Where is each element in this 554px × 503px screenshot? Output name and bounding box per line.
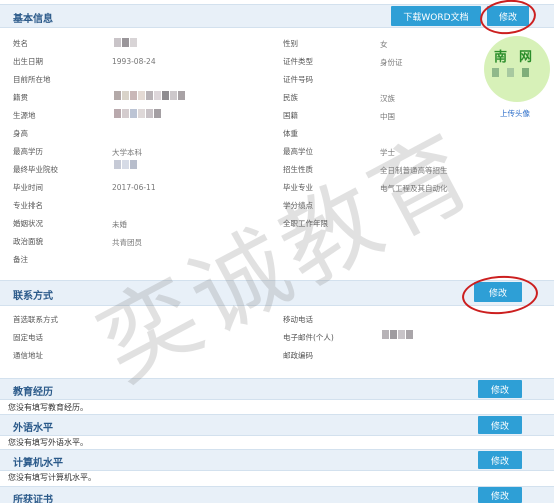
contact-title: 联系方式 [13,291,53,302]
label-weight: 体重 [283,129,298,138]
avatar-logo-text: 南网 [494,50,545,65]
education-empty-note: 您没有填写教育经历。 [8,403,88,412]
label-major-rank: 专业排名 [13,201,43,210]
certificates-header [0,486,554,503]
annotation-circle [478,0,538,37]
label-graduate-school: 最终毕业院校 [13,165,58,174]
download-word-button[interactable]: 下载WORD文档 [391,6,481,26]
label-marital-status: 婚姻状况 [13,219,43,228]
value-graduation-date: 2017-06-11 [112,183,156,192]
education-header [0,378,554,400]
language-empty-note: 您没有填写外语水平。 [8,438,88,447]
value-marital-status: 未婚 [112,220,127,229]
computer-header [0,449,554,471]
label-political-status: 政治面貌 [13,237,43,246]
label-ethnicity: 民族 [283,93,298,102]
redacted-origin [114,109,161,118]
label-enrollment-type: 招生性质 [283,165,313,174]
label-remarks: 备注 [13,255,28,264]
value-political-status: 共青团员 [112,238,142,247]
value-highest-degree: 学士 [380,148,395,157]
label-preferred-contact: 首选联系方式 [13,315,58,324]
label-mobile: 移动电话 [283,315,313,324]
label-nationality: 国籍 [283,111,298,120]
value-enrollment-type: 全日制普通高等招生 [380,166,448,175]
computer-empty-note: 您没有填写计算机水平。 [8,473,96,482]
label-highest-education: 最高学历 [13,147,43,156]
label-graduation-date: 毕业时间 [13,183,43,192]
avatar-mosaic [492,68,529,77]
value-highest-education: 大学本科 [112,148,142,157]
label-origin: 生源地 [13,111,36,120]
label-current-location: 目前所在地 [13,75,51,84]
redacted-name [114,38,137,47]
label-email: 电子邮件(个人) [283,333,334,342]
value-id-type: 身份证 [380,58,403,67]
certificates-edit-button[interactable]: 修改 [478,487,522,503]
education-edit-button[interactable]: 修改 [478,380,522,398]
label-birthdate: 出生日期 [13,57,43,66]
label-graduate-major: 毕业专业 [283,183,313,192]
label-gender: 性别 [283,39,298,48]
label-id-number: 证件号码 [283,75,313,84]
label-id-type: 证件类型 [283,57,313,66]
basic-info-title: 基本信息 [13,14,53,25]
label-height: 身高 [13,129,28,138]
computer-edit-button[interactable]: 修改 [478,451,522,469]
value-birthdate: 1993-08-24 [112,57,156,66]
label-landline: 固定电话 [13,333,43,342]
language-title: 外语水平 [13,423,53,434]
label-work-years: 全职工作年限 [283,219,328,228]
label-highest-degree: 最高学位 [283,147,313,156]
label-postcode: 邮政编码 [283,351,313,360]
value-nationality: 中国 [380,112,395,121]
label-hometown: 籍贯 [13,93,28,102]
label-mailing-address: 通信地址 [13,351,43,360]
label-name: 姓名 [13,39,28,48]
upload-avatar-link[interactable]: 上传头像 [500,108,530,119]
certificates-title: 所获证书 [13,495,53,503]
redacted-graduate-school [114,160,137,169]
value-graduate-major: 电气工程及其自动化 [380,184,448,193]
redacted-hometown [114,91,185,100]
computer-title: 计算机水平 [13,458,63,469]
value-ethnicity: 汉族 [380,94,395,103]
language-edit-button[interactable]: 修改 [478,416,522,434]
label-gpa: 学分绩点 [283,201,313,210]
education-title: 教育经历 [13,387,53,398]
redacted-email [382,330,413,339]
language-header [0,414,554,436]
value-gender: 女 [380,40,388,49]
